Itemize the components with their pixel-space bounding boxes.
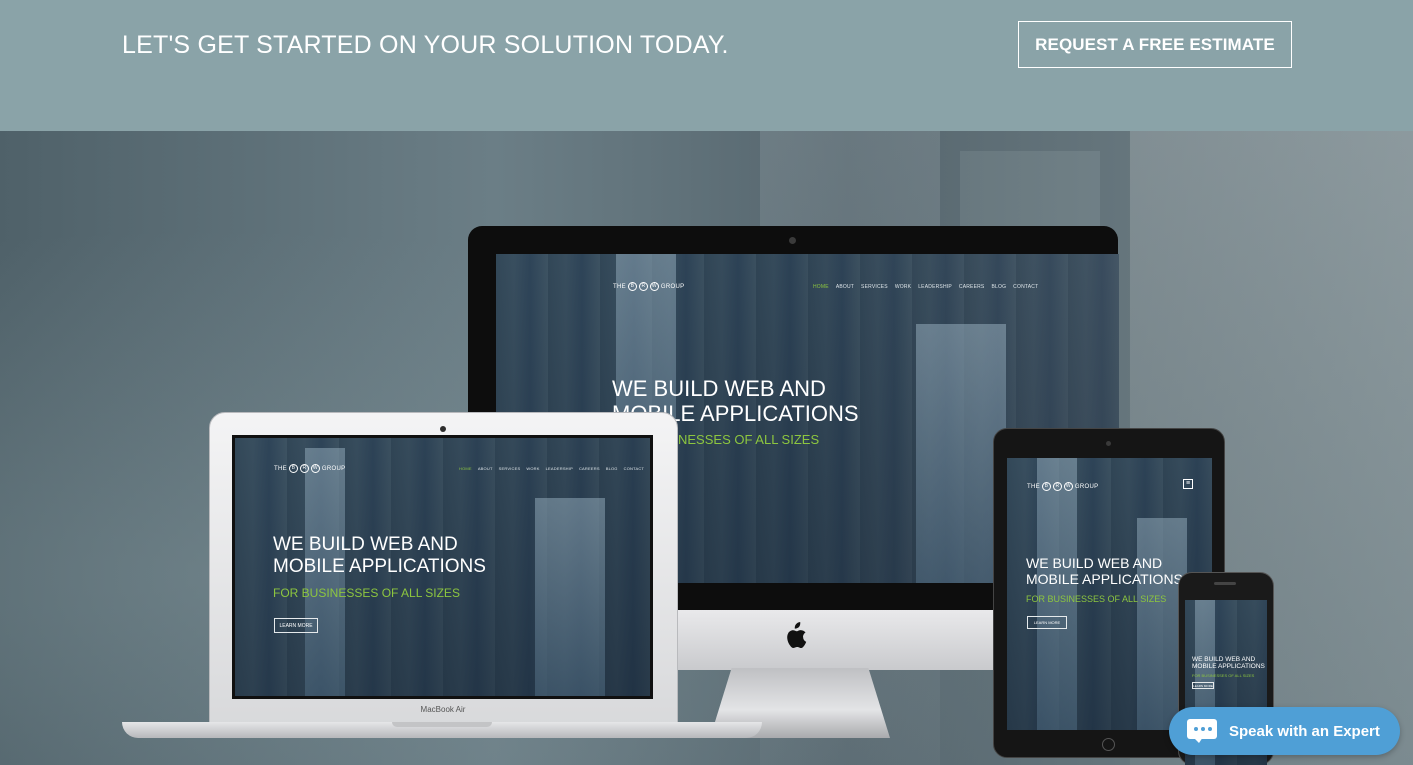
headline-line: MOBILE APPLICATIONS [1192, 663, 1265, 671]
nav-item: WORK [526, 466, 540, 471]
learn-more-button: LEARN MORE [274, 618, 318, 633]
phone-speaker [1214, 582, 1236, 585]
chat-bubble-icon [1187, 719, 1217, 743]
learn-more-button: LEARN MORE [1192, 682, 1214, 689]
mock-subheadline: FOR BUSINESSES OF ALL SIZES [1192, 673, 1255, 678]
nav-item: HOME [813, 284, 829, 290]
headline-line: WE BUILD WEB AND [1026, 555, 1163, 571]
headline-line: WE BUILD WEB AND [612, 376, 826, 401]
headline-line: WE BUILD WEB AND [273, 534, 458, 555]
headline-line: MOBILE APPLICATIONS [273, 555, 486, 577]
site-logo: THE B R W GROUP [1027, 482, 1098, 491]
logo-ring: B [1041, 482, 1051, 491]
apple-logo-icon [787, 622, 807, 648]
chat-label: Speak with an Expert [1229, 722, 1380, 740]
camera-dot [1106, 441, 1111, 446]
mock-subheadline: FOR BUSINESSES OF ALL SIZES [1026, 594, 1167, 604]
headline-line: WE BUILD WEB AND [1192, 656, 1256, 663]
logo-ring: R [299, 464, 309, 473]
logo-ring: W [310, 464, 320, 473]
nav-item: ABOUT [477, 466, 493, 471]
mock-headline: WE BUILD WEB AND MOBILE APPLICATIONS [1192, 656, 1265, 671]
logo-ring: B [627, 282, 637, 291]
nav-item: LEADERSHIP [918, 284, 952, 290]
mock-headline: WE BUILD WEB AND MOBILE APPLICATIONS [1026, 555, 1183, 587]
site-nav: HOME ABOUT SERVICES WORK LEADERSHIP CARE… [813, 284, 1038, 290]
headline-line: MOBILE APPLICATIONS [1026, 571, 1183, 588]
site-logo: THE B R W GROUP [274, 464, 345, 473]
logo-ring: R [638, 282, 648, 291]
cta-banner: LET'S GET STARTED ON YOUR SOLUTION TODAY… [0, 0, 1413, 131]
hamburger-menu-icon: ≡ [1183, 479, 1193, 489]
site-logo: THE B R W GROUP [613, 282, 684, 291]
camera-dot [789, 237, 796, 244]
mock-headline: WE BUILD WEB AND MOBILE APPLICATIONS [273, 534, 486, 578]
nav-item: CAREERS [958, 284, 985, 290]
laptop-screen: THE B R W GROUP HOME ABOUT SERVICES WORK… [235, 438, 650, 696]
logo-text: THE [274, 465, 287, 472]
nav-item: CONTACT [1013, 284, 1039, 290]
logo-text: GROUP [1074, 483, 1099, 490]
logo-text: THE [1027, 483, 1040, 490]
mock-subheadline: NESSES OF ALL SIZES [678, 432, 820, 447]
building-graphic [535, 498, 605, 696]
site-nav: HOME ABOUT SERVICES WORK LEADERSHIP CARE… [459, 466, 644, 471]
logo-text: GROUP [321, 465, 346, 472]
logo-ring: R [1052, 482, 1062, 491]
nav-item: ABOUT [835, 284, 855, 290]
logo-ring: W [649, 282, 659, 291]
nav-item: CONTACT [623, 466, 645, 471]
camera-dot [440, 426, 446, 432]
nav-item: SERVICES [498, 466, 521, 471]
learn-more-button: LEARN MORE [1027, 616, 1067, 629]
nav-item: BLOG [605, 466, 618, 471]
laptop-notch [392, 722, 492, 727]
nav-item: HOME [459, 466, 472, 471]
logo-ring: B [288, 464, 298, 473]
logo-text: GROUP [660, 283, 685, 290]
logo-text: THE [613, 283, 626, 290]
cta-headline: LET'S GET STARTED ON YOUR SOLUTION TODAY… [122, 31, 729, 59]
nav-item: SERVICES [861, 284, 888, 290]
mock-subheadline: FOR BUSINESSES OF ALL SIZES [273, 586, 460, 600]
speak-with-expert-button[interactable]: Speak with an Expert [1169, 707, 1400, 755]
nav-item: BLOG [991, 284, 1007, 290]
nav-item: LEADERSHIP [545, 466, 573, 471]
home-button [1102, 738, 1115, 751]
request-estimate-button[interactable]: REQUEST A FREE ESTIMATE [1018, 21, 1292, 68]
nav-item: CAREERS [578, 466, 600, 471]
logo-ring: W [1063, 482, 1073, 491]
laptop-model-label: MacBook Air [420, 705, 466, 714]
nav-item: WORK [894, 284, 912, 290]
